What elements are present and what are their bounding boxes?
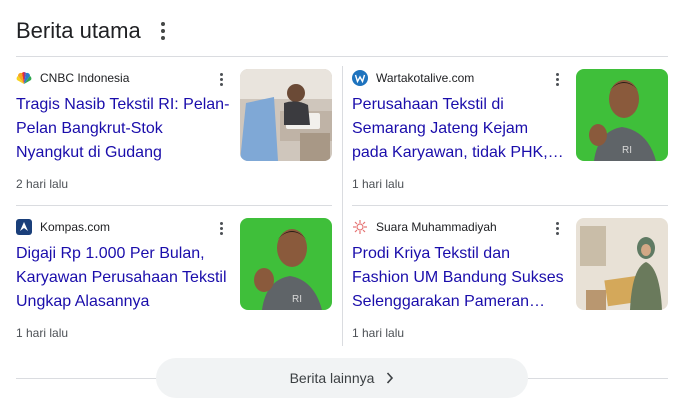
cnbc-peacock-icon bbox=[16, 70, 32, 86]
news-card[interactable]: Suara Muhammadiyah Prodi Kriya Tekstil d… bbox=[352, 218, 668, 354]
news-headline[interactable]: Prodi Kriya Tekstil dan Fashion UM Bandu… bbox=[352, 242, 566, 314]
news-source: Kompas.com bbox=[16, 218, 221, 236]
row-divider-left bbox=[16, 205, 332, 206]
news-headline[interactable]: Tragis Nasib Tekstil RI: Pelan-Pelan Ban… bbox=[16, 93, 230, 165]
header-divider bbox=[16, 56, 668, 57]
footer-line-left bbox=[16, 378, 156, 379]
news-thumbnail[interactable] bbox=[240, 69, 332, 161]
section-title: Berita utama bbox=[16, 18, 141, 43]
news-time: 1 hari lalu bbox=[352, 177, 405, 191]
news-card[interactable]: Kompas.com Digaji Rp 1.000 Per Bulan, Ka… bbox=[16, 218, 332, 354]
news-time: 1 hari lalu bbox=[352, 326, 405, 340]
news-card[interactable]: Wartakotalive.com Perusahaan Tekstil di … bbox=[352, 69, 668, 205]
column-divider bbox=[342, 66, 343, 346]
news-source: CNBC Indonesia bbox=[16, 69, 221, 87]
muhammadiyah-sun-icon bbox=[352, 219, 368, 235]
news-headline[interactable]: Perusahaan Tekstil di Semarang Jateng Ke… bbox=[352, 93, 566, 165]
news-source-name: Kompas.com bbox=[40, 220, 111, 234]
chevron-right-icon bbox=[386, 372, 394, 384]
wartakota-w-icon bbox=[352, 70, 368, 86]
footer-line-right bbox=[528, 378, 668, 379]
svg-text:RI: RI bbox=[292, 294, 302, 305]
news-thumbnail[interactable]: RI bbox=[576, 69, 668, 161]
news-time: 1 hari lalu bbox=[16, 326, 69, 340]
news-source-name: Suara Muhammadiyah bbox=[376, 220, 497, 234]
news-thumbnail[interactable]: RI bbox=[240, 218, 332, 310]
news-card[interactable]: CNBC Indonesia Tragis Nasib Tekstil RI: … bbox=[16, 69, 332, 205]
news-source-name: Wartakotalive.com bbox=[376, 71, 475, 85]
more-news-label: Berita lainnya bbox=[289, 370, 375, 386]
section-header: Berita utama bbox=[16, 14, 175, 48]
news-thumbnail[interactable] bbox=[576, 218, 668, 310]
card-menu-icon[interactable] bbox=[211, 218, 231, 238]
kompas-arrow-icon bbox=[16, 219, 32, 235]
svg-text:RI: RI bbox=[622, 145, 632, 156]
card-menu-icon[interactable] bbox=[211, 69, 231, 89]
more-news-button[interactable]: Berita lainnya bbox=[156, 358, 528, 398]
row-divider-right bbox=[352, 205, 668, 206]
news-source: Suara Muhammadiyah bbox=[352, 218, 557, 236]
news-time: 2 hari lalu bbox=[16, 177, 69, 191]
more-options-icon[interactable] bbox=[151, 19, 175, 43]
news-source: Wartakotalive.com bbox=[352, 69, 557, 87]
news-headline[interactable]: Digaji Rp 1.000 Per Bulan, Karyawan Peru… bbox=[16, 242, 230, 314]
news-source-name: CNBC Indonesia bbox=[40, 71, 130, 85]
card-menu-icon[interactable] bbox=[547, 69, 567, 89]
card-menu-icon[interactable] bbox=[547, 218, 567, 238]
